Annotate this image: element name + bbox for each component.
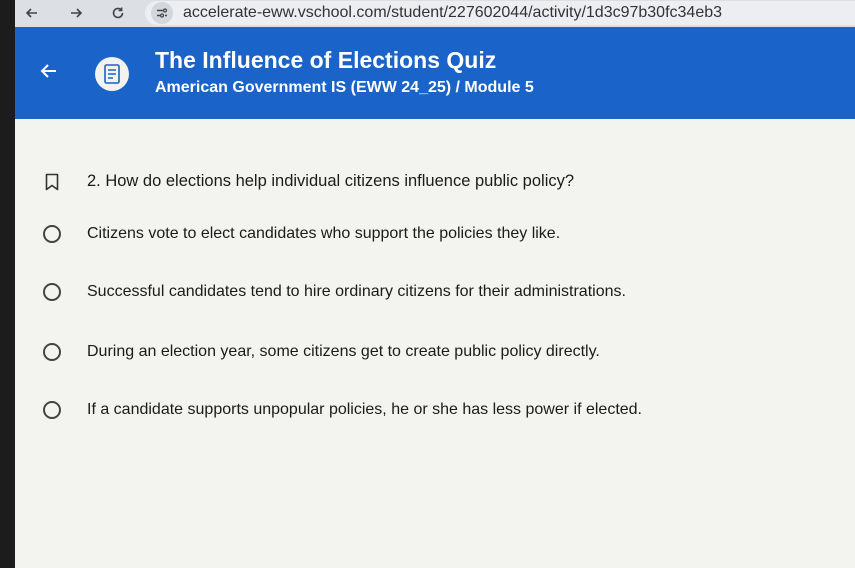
- arrow-right-icon: [71, 8, 83, 18]
- radio-button[interactable]: [43, 225, 61, 243]
- browser-reload-button[interactable]: [108, 3, 128, 23]
- breadcrumb: American Government IS (EWW 24_25) / Mod…: [155, 79, 534, 96]
- page-title: The Influence of Elections Quiz: [155, 47, 497, 73]
- address-bar[interactable]: accelerate-eww.vschool.com/student/22760…: [145, 1, 855, 25]
- answer-option[interactable]: During an election year, some citizens g…: [43, 338, 600, 366]
- site-info-button[interactable]: [151, 2, 173, 24]
- answer-option-label: If a candidate supports unpopular polici…: [87, 401, 642, 418]
- answer-option[interactable]: If a candidate supports unpopular polici…: [43, 396, 642, 424]
- header-back-button[interactable]: [37, 59, 61, 83]
- browser-back-button[interactable]: [22, 3, 42, 23]
- bookmark-icon[interactable]: [45, 173, 59, 191]
- browser-toolbar: accelerate-eww.vschool.com/student/22760…: [0, 0, 855, 27]
- quiz-page: accelerate-eww.vschool.com/student/22760…: [0, 0, 855, 568]
- document-icon: [104, 64, 120, 84]
- radio-button[interactable]: [43, 283, 61, 301]
- answer-option[interactable]: Successful candidates tend to hire ordin…: [43, 278, 626, 306]
- quiz-header: The Influence of Elections Quiz American…: [15, 27, 855, 119]
- answer-option-label: During an election year, some citizens g…: [87, 343, 600, 360]
- radio-button[interactable]: [43, 401, 61, 419]
- answer-option-label: Successful candidates tend to hire ordin…: [87, 283, 626, 300]
- tune-icon: [157, 8, 168, 18]
- radio-button[interactable]: [43, 343, 61, 361]
- answer-option-label: Citizens vote to elect candidates who su…: [87, 225, 561, 242]
- arrow-left-icon: [25, 8, 37, 18]
- url-text: accelerate-eww.vschool.com/student/22760…: [183, 4, 723, 21]
- question-text: 2. How do elections help individual citi…: [87, 172, 575, 190]
- browser-forward-button[interactable]: [66, 3, 86, 23]
- screen-bezel: [0, 0, 15, 568]
- answer-option[interactable]: Citizens vote to elect candidates who su…: [43, 220, 560, 248]
- course-logo: [95, 57, 129, 91]
- arrow-left-icon: [40, 64, 56, 78]
- reload-icon: [112, 7, 124, 19]
